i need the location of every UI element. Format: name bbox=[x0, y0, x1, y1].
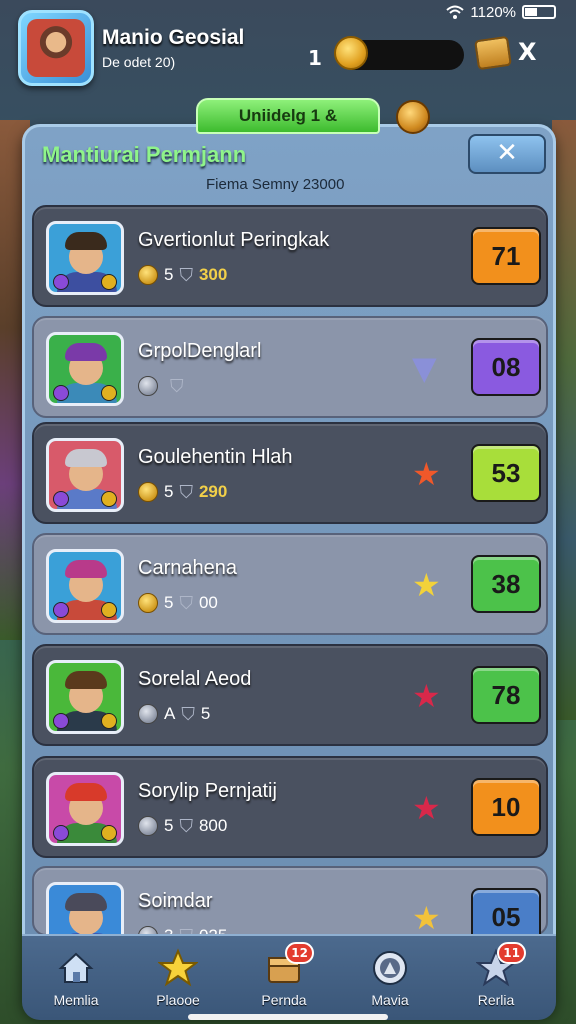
triangle-down-icon: ▼ bbox=[412, 349, 437, 387]
shield-icon: ⛉ bbox=[170, 375, 184, 396]
bottom-navigation: Memlia Plaooe 12 Pernda Mavia 11 Rerlia bbox=[22, 934, 556, 1020]
stat-level: 5 bbox=[164, 593, 174, 612]
coin-icon bbox=[138, 704, 158, 724]
star-icon: ★ bbox=[412, 899, 441, 937]
player-stats: 5 ⛉ 300 bbox=[138, 263, 227, 287]
player-stats: ⛉ bbox=[138, 374, 190, 398]
avatar bbox=[27, 19, 85, 77]
star-icon: 11 bbox=[475, 942, 526, 988]
notification-badge: 12 bbox=[285, 942, 314, 964]
close-button[interactable]: X bbox=[518, 38, 537, 66]
shield-icon: ⛉ bbox=[179, 264, 193, 285]
score-badge[interactable]: 10 bbox=[471, 778, 541, 836]
player-stats: 5 ⛉ 290 bbox=[138, 480, 227, 504]
list-item[interactable]: Gvertionlut Peringkak 5 ⛉ 300 71 bbox=[32, 205, 548, 307]
list-item[interactable]: Sorylip Pernjatij 5 ⛉ 800 ★ 10 bbox=[32, 756, 548, 858]
player-portrait bbox=[46, 438, 124, 512]
player-portrait bbox=[46, 549, 124, 623]
stat-level: 5 bbox=[164, 482, 174, 501]
nav-item-plaooe[interactable]: Plaooe bbox=[128, 944, 228, 1016]
panel-title: Mantiurai Permjann bbox=[42, 142, 247, 167]
nav-label: Pernda bbox=[261, 992, 307, 1008]
nav-item-rerlia[interactable]: 11 Rerlia bbox=[446, 942, 546, 1016]
compass-icon bbox=[370, 948, 410, 988]
coin-count: 1 bbox=[308, 46, 322, 70]
stat-points: 290 bbox=[198, 482, 228, 501]
stat-points: 00 bbox=[198, 593, 218, 612]
list-item[interactable]: Sorelal Aeod A ⛉ 5 ★ 78 bbox=[32, 644, 548, 746]
player-name: Goulehentin Hlah bbox=[138, 446, 293, 468]
chest-icon[interactable] bbox=[474, 35, 512, 71]
nav-label: Plaooe bbox=[156, 992, 200, 1008]
star-icon: ★ bbox=[412, 566, 441, 604]
player-portrait bbox=[46, 221, 124, 295]
player-portrait bbox=[46, 772, 124, 846]
notification-badge: 11 bbox=[497, 942, 526, 964]
nav-item-pernda[interactable]: 12 Pernda bbox=[234, 942, 334, 1016]
coin-icon bbox=[138, 482, 158, 502]
player-stats: 5 ⛉ 800 bbox=[138, 814, 227, 838]
nav-label: Mavia bbox=[371, 992, 409, 1008]
coin-icon bbox=[334, 36, 368, 70]
player-name: Carnahena bbox=[138, 557, 237, 579]
player-portrait bbox=[46, 332, 124, 406]
list-item[interactable]: Soimdar 3 ⛉ 025 ★ 05 bbox=[32, 866, 548, 956]
coin-icon bbox=[138, 265, 158, 285]
medal-icon bbox=[396, 100, 430, 134]
wifi-icon bbox=[446, 5, 465, 19]
player-stats: A ⛉ 5 bbox=[138, 702, 210, 726]
player-name: Sorelal Aeod bbox=[138, 668, 252, 690]
box-icon: 12 bbox=[264, 942, 314, 988]
score-badge[interactable]: 78 bbox=[471, 666, 541, 724]
shield-icon: ⛉ bbox=[181, 703, 195, 724]
panel-close-button[interactable]: ✕ bbox=[468, 134, 546, 174]
score-badge[interactable]: 38 bbox=[471, 555, 541, 613]
player-name: Manio Geosial bbox=[102, 26, 245, 49]
home-icon bbox=[56, 948, 96, 988]
player-avatar[interactable] bbox=[18, 10, 94, 86]
list-item[interactable]: Goulehentin Hlah 5 ⛉ 290 ★ 53 bbox=[32, 422, 548, 524]
nav-item-memlia[interactable]: Memlia bbox=[26, 944, 126, 1016]
nav-label: Memlia bbox=[53, 992, 99, 1008]
player-stats: 5 ⛉ 00 bbox=[138, 591, 218, 615]
shield-icon: ⛉ bbox=[179, 592, 193, 613]
nav-label: Rerlia bbox=[477, 992, 515, 1008]
player-subtitle: De odet 20) bbox=[102, 54, 176, 70]
star-icon bbox=[157, 948, 199, 988]
player-name: Soimdar bbox=[138, 890, 213, 912]
score-badge[interactable]: 08 bbox=[471, 338, 541, 396]
stat-points: 800 bbox=[198, 816, 228, 835]
coin-icon bbox=[138, 376, 158, 396]
player-name: Gvertionlut Peringkak bbox=[138, 229, 330, 251]
stat-level: 5 bbox=[164, 816, 174, 835]
battery-icon bbox=[522, 5, 556, 19]
nav-item-mavia[interactable]: Mavia bbox=[340, 944, 440, 1016]
score-badge[interactable]: 71 bbox=[471, 227, 541, 285]
player-name: GrpolDenglarl bbox=[138, 340, 262, 362]
list-item[interactable]: Carnahena 5 ⛉ 00 ★ 38 bbox=[32, 533, 548, 635]
status-bar: 1120% bbox=[446, 0, 556, 24]
stat-points: 5 bbox=[200, 704, 211, 723]
home-indicator[interactable] bbox=[188, 1014, 388, 1020]
level-tab[interactable]: Uniidelg 1 & bbox=[196, 98, 380, 134]
star-icon: ★ bbox=[412, 455, 441, 493]
stat-points: 300 bbox=[198, 265, 228, 284]
signal-text: 1120% bbox=[470, 3, 516, 21]
stat-level: A bbox=[164, 704, 176, 723]
star-icon: ★ bbox=[412, 677, 441, 715]
shield-icon: ⛉ bbox=[179, 815, 193, 836]
coin-icon bbox=[138, 816, 158, 836]
player-name: Sorylip Pernjatij bbox=[138, 780, 277, 802]
score-badge[interactable]: 53 bbox=[471, 444, 541, 502]
coin-icon bbox=[138, 593, 158, 613]
player-portrait bbox=[46, 660, 124, 734]
stat-level: 5 bbox=[164, 265, 174, 284]
shield-icon: ⛉ bbox=[179, 481, 193, 502]
list-item[interactable]: GrpolDenglarl ⛉ ▼ 08 bbox=[32, 316, 548, 418]
star-icon: ★ bbox=[412, 789, 441, 827]
panel-subtitle: Fiema Semny 23000 bbox=[206, 176, 345, 193]
